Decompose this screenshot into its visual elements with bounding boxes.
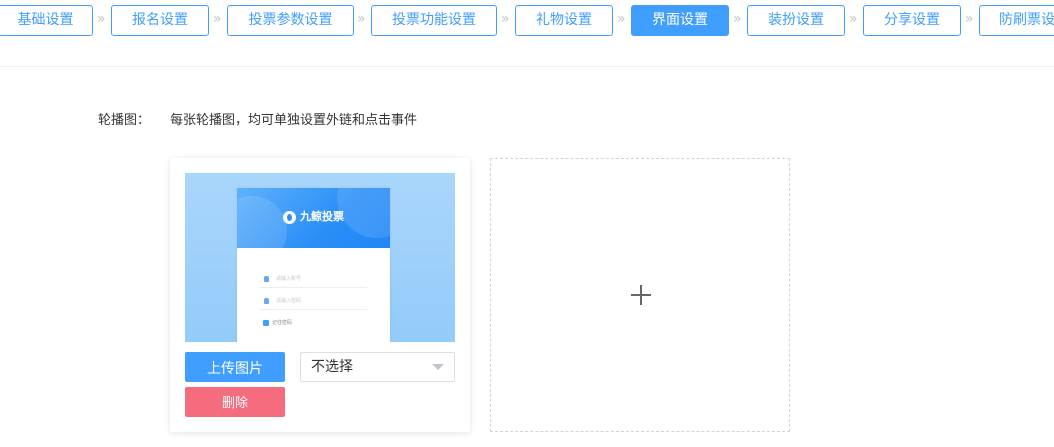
tab-signup-settings[interactable]: 报名设置 xyxy=(111,5,209,36)
tab-vote-function-settings[interactable]: 投票功能设置 xyxy=(371,5,497,36)
settings-steps: 基础设置 » 报名设置 » 投票参数设置 » 投票功能设置 » 礼物设置 » 界… xyxy=(0,0,1054,67)
tab-share-settings[interactable]: 分享设置 xyxy=(863,5,961,36)
step-separator: » xyxy=(965,11,974,27)
plus-icon xyxy=(631,285,651,305)
phone-preview: 九鲸投票 请输入账号 请输入密码 记住密码 xyxy=(237,188,390,342)
tab-interface-settings[interactable]: 界面设置 xyxy=(631,5,729,36)
brand-name: 九鲸投票 xyxy=(300,210,344,223)
upload-image-button[interactable]: 上传图片 xyxy=(185,352,285,382)
link-event-select[interactable]: 不选择 xyxy=(300,352,455,382)
carousel-description: 每张轮播图，均可单独设置外链和点击事件 xyxy=(170,113,418,128)
chevron-down-icon xyxy=(432,364,444,370)
step-separator: » xyxy=(97,11,106,27)
tab-basic-settings[interactable]: 基础设置 xyxy=(0,5,93,36)
tab-decoration-settings[interactable]: 装扮设置 xyxy=(747,5,845,36)
brand: 九鲸投票 xyxy=(283,209,344,225)
step-separator: » xyxy=(733,11,742,27)
remember-label: 记住密码 xyxy=(272,320,293,326)
carousel-thumbnail[interactable]: 九鲸投票 请输入账号 请输入密码 记住密码 xyxy=(185,173,455,342)
password-placeholder: 请输入密码 xyxy=(276,298,302,304)
step-separator: » xyxy=(501,11,510,27)
username-placeholder: 请输入账号 xyxy=(276,276,302,282)
user-icon xyxy=(264,276,269,282)
link-event-select-value: 不选择 xyxy=(311,359,353,375)
phone-preview-header: 九鲸投票 xyxy=(237,188,390,248)
lock-icon xyxy=(264,298,269,304)
step-separator: » xyxy=(213,11,222,27)
remember-preview: 记住密码 xyxy=(263,319,292,327)
checkbox-icon xyxy=(263,320,269,326)
tab-gift-settings[interactable]: 礼物设置 xyxy=(515,5,613,36)
step-separator: » xyxy=(617,11,626,27)
carousel-item-card: 九鲸投票 请输入账号 请输入密码 记住密码 上传图片 不选择 删除 xyxy=(170,158,470,432)
step-separator: » xyxy=(849,11,858,27)
brand-logo-icon xyxy=(283,210,296,224)
add-carousel-item-button[interactable] xyxy=(490,158,790,432)
password-field-preview: 请输入密码 xyxy=(259,295,367,310)
tab-anti-cheat-settings[interactable]: 防刷票设置 xyxy=(979,5,1054,36)
username-field-preview: 请输入账号 xyxy=(259,273,367,288)
carousel-label: 轮播图： xyxy=(98,113,151,128)
tab-vote-params-settings[interactable]: 投票参数设置 xyxy=(227,5,354,36)
step-separator: » xyxy=(357,11,366,27)
delete-button[interactable]: 删除 xyxy=(185,387,285,417)
